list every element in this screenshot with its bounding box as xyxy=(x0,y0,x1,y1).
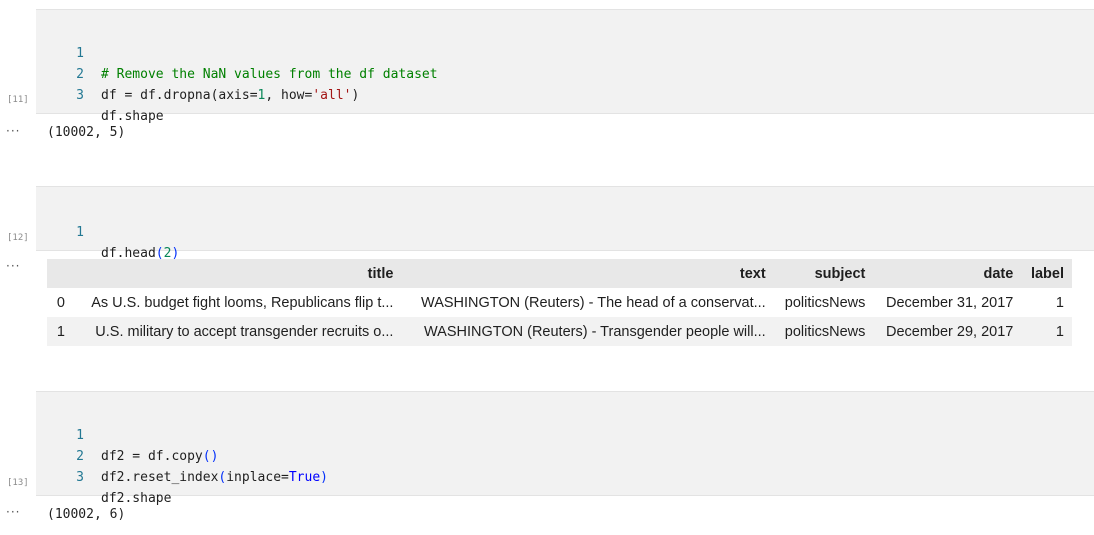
dataframe-table: title text subject date label 0 As U.S. … xyxy=(47,259,1072,346)
row-index: 0 xyxy=(56,294,65,311)
code-cell-12[interactable]: 1 df.head(2) xyxy=(36,186,1094,261)
cell-title: U.S. military to accept transgender recr… xyxy=(95,323,394,340)
code-line: 1 df2 = df.copy() xyxy=(36,404,218,464)
column-header-label: label xyxy=(1030,265,1064,282)
line-number: 3 xyxy=(76,470,84,485)
code-paren: ) xyxy=(320,470,328,485)
cell-date: December 29, 2017 xyxy=(885,323,1014,340)
code-token: inplace= xyxy=(226,470,289,485)
line-number: 1 xyxy=(76,46,84,61)
column-header-index xyxy=(47,259,73,288)
line-number: 1 xyxy=(76,428,84,443)
code-line: 2 df2.reset_index(inplace=True) xyxy=(36,425,328,485)
cell-title: As U.S. budget fight looms, Republicans … xyxy=(91,294,394,311)
cell-subject: politicsNews xyxy=(784,323,866,340)
output-menu-icon[interactable]: ··· xyxy=(6,124,20,138)
column-header-subject: subject xyxy=(814,265,866,282)
code-token: df2.reset_index xyxy=(101,470,219,485)
code-paren: () xyxy=(202,449,219,464)
code-comment: # Remove the NaN values from the df data… xyxy=(101,67,438,82)
execution-count: [12] xyxy=(7,233,29,243)
code-line: 2 df = df.dropna(axis= 1 , how='all') xyxy=(36,43,359,103)
table-row: 0 As U.S. budget fight looms, Republican… xyxy=(47,288,1072,317)
line-number: 1 xyxy=(76,225,84,240)
cell-text: WASHINGTON (Reuters) - Transgender peopl… xyxy=(424,323,766,340)
column-header-title: title xyxy=(367,265,394,282)
execution-count: [11] xyxy=(7,95,29,105)
code-line: 3 df.shape xyxy=(36,64,163,124)
code-line: 1 # Remove the NaN values from the df da… xyxy=(36,22,437,82)
table-header-row: title text subject date label xyxy=(47,259,1072,288)
output-menu-icon[interactable]: ··· xyxy=(6,505,20,519)
cell-label: 1 xyxy=(1055,323,1064,340)
code-keyword: True xyxy=(288,470,321,485)
cell-label: 1 xyxy=(1055,294,1064,311)
code-cell-13[interactable]: 1 df2 = df.copy() 2 df2.reset_index(inpl… xyxy=(36,391,1094,506)
code-token: df2.shape xyxy=(101,491,172,506)
code-line: 1 df.head(2) xyxy=(36,201,179,261)
table-row: 1 U.S. military to accept transgender re… xyxy=(47,317,1072,346)
code-token: df.shape xyxy=(101,109,164,124)
line-number: 2 xyxy=(76,449,84,464)
column-header-text: text xyxy=(739,265,766,282)
cell-output: (10002, 5) xyxy=(47,125,126,140)
code-token: ) xyxy=(351,88,360,103)
cell-output: (10002, 6) xyxy=(47,507,126,522)
line-number: 2 xyxy=(76,67,84,82)
row-index: 1 xyxy=(56,323,65,340)
code-string: 'all' xyxy=(312,88,352,103)
code-line: 3 df2.shape xyxy=(36,446,171,506)
execution-count: [13] xyxy=(7,478,29,488)
code-token: df2 = df.copy xyxy=(101,449,203,464)
output-menu-icon[interactable]: ··· xyxy=(6,259,20,273)
cell-subject: politicsNews xyxy=(784,294,866,311)
code-token: , how= xyxy=(265,88,313,103)
cell-text: WASHINGTON (Reuters) - The head of a con… xyxy=(421,294,766,311)
code-token: df = df.dropna(axis= xyxy=(101,88,258,103)
column-header-date: date xyxy=(983,265,1014,282)
cell-date: December 31, 2017 xyxy=(885,294,1014,311)
code-cell-11[interactable]: 1 # Remove the NaN values from the df da… xyxy=(36,9,1094,124)
line-number: 3 xyxy=(76,88,84,103)
